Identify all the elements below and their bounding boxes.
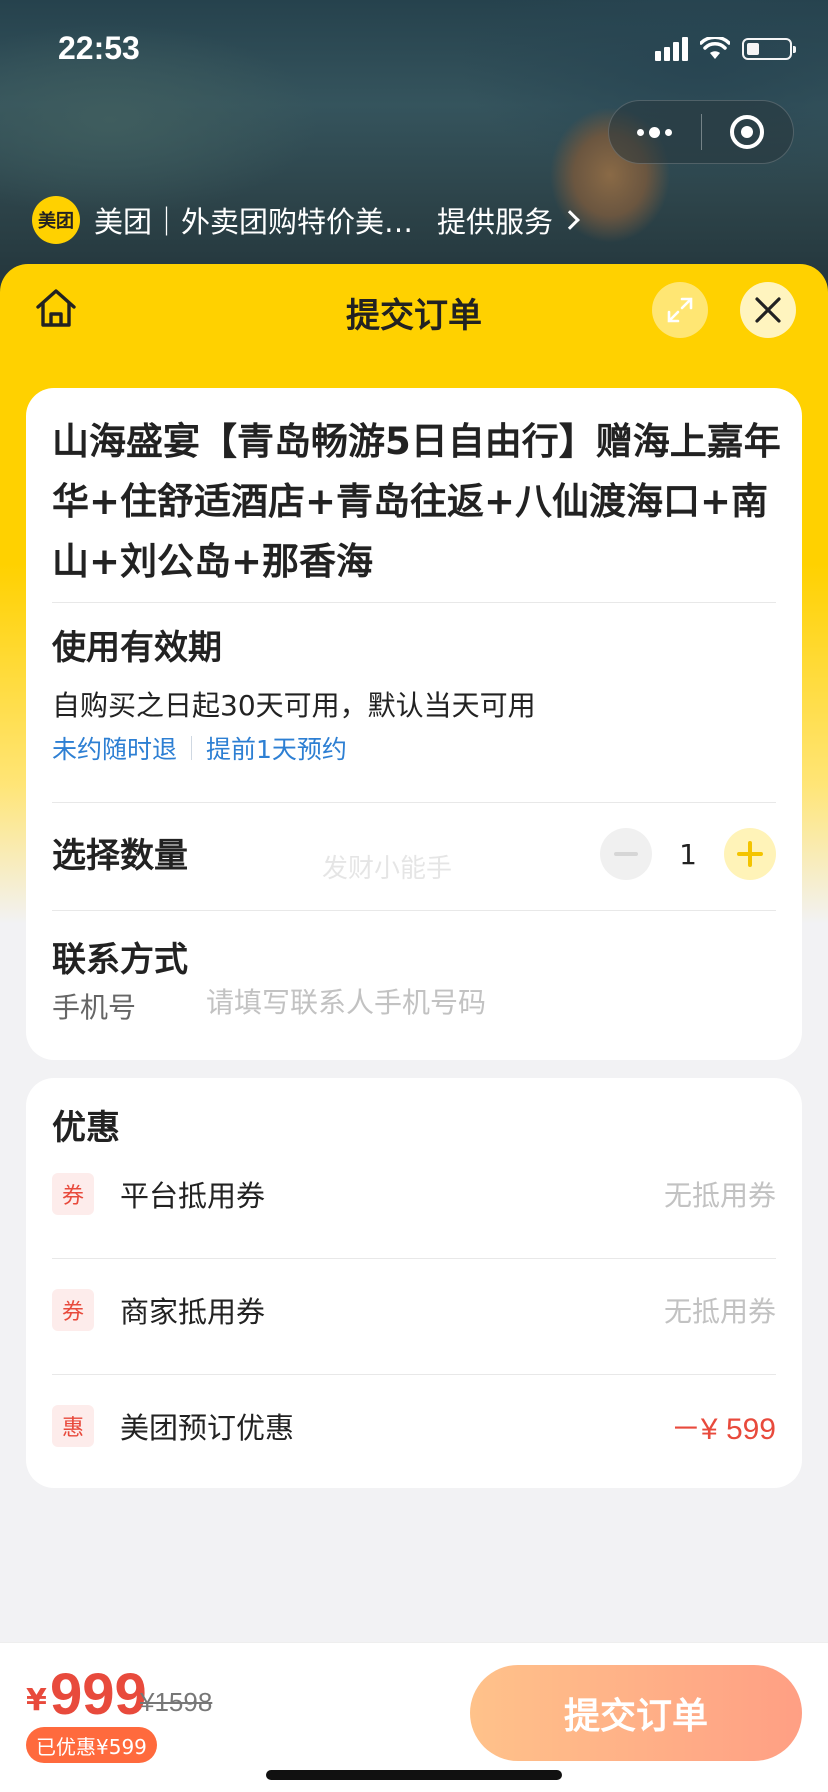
more-dots-icon <box>637 126 673 138</box>
policy-tags: 未约随时退 提前1天预约 <box>52 730 347 766</box>
capsule-close-button[interactable] <box>702 100 794 164</box>
watermark-text: 发财小能手 <box>322 854 453 884</box>
status-time: 22:53 <box>58 30 140 66</box>
miniprogram-capsule <box>608 100 794 164</box>
phone-input[interactable] <box>206 978 766 1026</box>
discount-label: 优惠 <box>52 1108 120 1148</box>
provider-name: 美团｜外卖团购特价美… <box>94 205 414 239</box>
booking-discount-row: 惠 美团预订优惠 －¥ 599 <box>52 1376 776 1476</box>
divider <box>52 1374 776 1375</box>
total-price: 999 <box>50 1662 147 1727</box>
refund-tag: 未约随时退 <box>52 735 178 764</box>
coupon-value: 无抵用券 <box>663 1295 776 1328</box>
close-button[interactable] <box>740 282 796 338</box>
phone-label: 手机号 <box>52 991 137 1024</box>
decrease-button[interactable] <box>600 828 652 880</box>
status-icons <box>655 34 796 64</box>
divider <box>52 602 776 603</box>
validity-text: 自购买之日起30天可用，默认当天可用 <box>52 689 536 722</box>
discount-value: －¥ 599 <box>670 1413 776 1446</box>
meituan-logo: 美团 <box>32 196 80 244</box>
quantity-label: 选择数量 <box>52 836 188 876</box>
quantity-stepper: 1 <box>600 828 776 880</box>
close-icon <box>755 297 781 323</box>
coupon-value: 无抵用券 <box>663 1179 776 1212</box>
discount-card: 优惠 券 平台抵用券 无抵用券 券 商家抵用券 无抵用券 惠 美团预订优惠 －¥… <box>26 1078 802 1488</box>
expand-icon <box>667 297 693 323</box>
validity-label: 使用有效期 <box>52 628 222 668</box>
platform-coupon-row[interactable]: 券 平台抵用券 无抵用券 <box>52 1144 776 1244</box>
chevron-right-icon <box>560 210 580 230</box>
product-title: 山海盛宴【青岛畅游5日自由行】赠海上嘉年华+住舒适酒店+青岛往返+八仙渡海口+南… <box>52 420 781 583</box>
merchant-coupon-row[interactable]: 券 商家抵用券 无抵用券 <box>52 1260 776 1360</box>
battery-icon <box>742 38 796 60</box>
expand-button[interactable] <box>652 282 708 338</box>
saved-badge: 已优惠¥599 <box>26 1727 157 1763</box>
order-sheet: 提交订单 山海盛宴【青岛畅游5日自由行】赠海上嘉年华+住舒适酒店+青岛往返+八仙… <box>0 264 828 1792</box>
discount-name: 美团预订优惠 <box>120 1411 295 1445</box>
divider <box>52 1258 776 1259</box>
service-provider[interactable]: 美团 美团｜外卖团购特价美… 提供服务 <box>32 196 580 244</box>
divider <box>52 802 776 803</box>
target-close-icon <box>730 115 765 149</box>
discount-badge-icon: 惠 <box>52 1405 94 1447</box>
contact-label: 联系方式 <box>52 940 188 980</box>
increase-button[interactable] <box>724 828 776 880</box>
coupon-badge-icon: 券 <box>52 1289 94 1331</box>
coupon-name: 平台抵用券 <box>120 1179 266 1213</box>
submit-order-button[interactable]: 提交订单 <box>470 1665 802 1761</box>
quantity-value: 1 <box>679 837 697 871</box>
signal-icon <box>655 37 688 61</box>
provider-service-label: 提供服务 <box>437 205 554 239</box>
order-info-card: 山海盛宴【青岛畅游5日自由行】赠海上嘉年华+住舒适酒店+青岛往返+八仙渡海口+南… <box>26 388 802 1060</box>
wifi-icon <box>700 37 730 59</box>
more-button[interactable] <box>609 100 701 164</box>
price-currency: ¥ <box>26 1683 47 1718</box>
home-indicator <box>266 1770 562 1780</box>
original-price: ¥1598 <box>140 1687 213 1717</box>
coupon-badge-icon: 券 <box>52 1173 94 1215</box>
coupon-name: 商家抵用券 <box>120 1295 266 1329</box>
sheet-header: 提交订单 <box>0 264 828 354</box>
booking-tag: 提前1天预约 <box>206 735 347 764</box>
divider <box>52 910 776 911</box>
